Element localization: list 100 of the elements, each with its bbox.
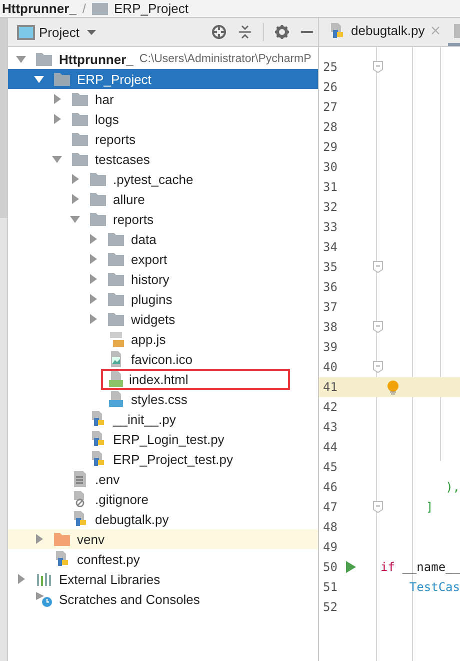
file-icon xyxy=(454,24,460,38)
breadcrumb-item[interactable]: ERP_Project xyxy=(114,0,188,16)
expanded-arrow-icon[interactable] xyxy=(70,214,80,224)
line-number: 30 xyxy=(322,160,338,174)
fold-marker-icon[interactable] xyxy=(373,321,383,333)
folder-icon xyxy=(90,172,106,186)
locate-icon[interactable] xyxy=(211,24,227,40)
tree-row[interactable]: widgets xyxy=(8,309,318,329)
tree-row[interactable]: favicon.ico xyxy=(8,349,318,369)
line-number: 26 xyxy=(322,80,338,94)
fold-marker-icon[interactable] xyxy=(373,61,383,73)
python-file-icon xyxy=(90,451,106,467)
expanded-arrow-icon[interactable] xyxy=(16,54,26,64)
collapsed-arrow-icon[interactable] xyxy=(88,234,98,244)
tree-row[interactable]: Scratches and Consoles xyxy=(8,589,318,609)
javascript-file-icon xyxy=(108,331,124,347)
line-number: 50 xyxy=(322,560,338,574)
tree-item-label: data xyxy=(130,230,158,248)
line-number: 44 xyxy=(322,440,338,454)
text-file-icon xyxy=(72,471,88,487)
close-icon[interactable] xyxy=(430,26,440,35)
folder-icon xyxy=(72,112,88,126)
line-number: 43 xyxy=(322,420,338,434)
tree-row[interactable]: history xyxy=(8,269,318,289)
tree-row[interactable]: __init__.py xyxy=(8,409,318,429)
tree-row[interactable]: plugins xyxy=(8,289,318,309)
tree-row[interactable]: har xyxy=(8,89,318,109)
fold-marker-icon[interactable] xyxy=(373,501,383,513)
tree-row[interactable]: app.js xyxy=(8,329,318,349)
tree-row[interactable]: debugtalk.py xyxy=(8,509,318,529)
folder-icon xyxy=(90,192,106,206)
tree-row[interactable]: data xyxy=(8,229,318,249)
tree-row[interactable]: .env xyxy=(8,469,318,489)
tree-row[interactable]: venv xyxy=(8,529,318,549)
line-number: 39 xyxy=(322,340,338,354)
tree-row[interactable]: conftest.py xyxy=(8,549,318,569)
tree-row[interactable]: reports xyxy=(8,209,318,229)
tree-row[interactable]: ERP_Project xyxy=(8,69,318,89)
collapsed-arrow-icon[interactable] xyxy=(52,114,62,124)
tree-item-label: ERP_Project_test.py xyxy=(112,450,234,468)
tree-row[interactable]: export xyxy=(8,249,318,269)
tree-item-label: logs xyxy=(94,110,120,128)
tree-row[interactable]: .gitignore xyxy=(8,489,318,509)
folder-icon xyxy=(108,292,124,306)
fold-marker-icon[interactable] xyxy=(373,361,383,373)
module-path: C:\Users\Administrator\PycharmP xyxy=(139,53,312,65)
tree-row[interactable]: testcases xyxy=(8,149,318,169)
css-file-icon xyxy=(108,391,124,407)
line-number: 46 xyxy=(322,480,338,494)
line-number: 31 xyxy=(322,180,338,194)
collapsed-arrow-icon[interactable] xyxy=(88,314,98,324)
tree-item-label: favicon.ico xyxy=(130,350,194,368)
tree-row[interactable]: ERP_Project_test.py xyxy=(8,449,318,469)
line-number: 36 xyxy=(322,280,338,294)
fold-marker-icon[interactable] xyxy=(373,261,383,273)
image-file-icon xyxy=(108,351,124,367)
tree-item-label: External Libraries xyxy=(58,570,162,588)
collapsed-arrow-icon[interactable] xyxy=(88,294,98,304)
caret-icon xyxy=(87,30,96,34)
tree-row[interactable]: External Libraries xyxy=(8,569,318,589)
line-number: 37 xyxy=(322,300,338,314)
collapsed-arrow-icon[interactable] xyxy=(88,254,98,264)
collapsed-arrow-icon[interactable] xyxy=(70,174,80,184)
collapsed-arrow-icon[interactable] xyxy=(52,94,62,104)
tree-row[interactable]: styles.css xyxy=(8,389,318,409)
folder-icon xyxy=(108,232,124,246)
lightbulb-icon[interactable] xyxy=(387,380,399,394)
folder-icon xyxy=(108,312,124,326)
tree-row[interactable]: ERP_Login_test.py xyxy=(8,429,318,449)
line-number: 35 xyxy=(322,260,338,274)
tree-item-label: ERP_Project xyxy=(76,70,152,88)
line-number: 27 xyxy=(322,100,338,114)
collapse-icon[interactable] xyxy=(237,24,253,40)
collapsed-arrow-icon[interactable] xyxy=(70,194,80,204)
view-selector[interactable]: Project xyxy=(39,24,96,40)
run-icon[interactable] xyxy=(346,561,356,573)
tree-row[interactable]: index.html xyxy=(8,369,318,389)
line-number: 38 xyxy=(322,320,338,334)
expanded-arrow-icon[interactable] xyxy=(52,154,62,164)
tree-row[interactable]: logs xyxy=(8,109,318,129)
line-number: 45 xyxy=(322,460,338,474)
line-number: 49 xyxy=(322,540,338,554)
tree-row[interactable]: allure xyxy=(8,189,318,209)
collapsed-arrow-icon[interactable] xyxy=(16,574,26,584)
settings-icon[interactable] xyxy=(274,24,290,40)
tree-item-label: reports xyxy=(112,210,154,228)
tree-row[interactable]: Httprunner_ C:\Users\Administrator\PycharmP xyxy=(8,49,318,69)
line-number: 41 xyxy=(322,380,338,394)
collapsed-arrow-icon[interactable] xyxy=(88,274,98,284)
tree-row[interactable]: .pytest_cache xyxy=(8,169,318,189)
tree-item-label: venv xyxy=(76,530,106,548)
breadcrumb-item[interactable]: Httprunner_ xyxy=(2,0,76,16)
tree-row[interactable]: reports xyxy=(8,129,318,149)
tree-item-label: .env xyxy=(94,470,121,488)
expanded-arrow-icon[interactable] xyxy=(34,74,44,84)
tree-item-label: .pytest_cache xyxy=(112,170,194,188)
tree-item-label: history xyxy=(130,270,170,288)
collapsed-arrow-icon[interactable] xyxy=(34,534,44,544)
folder-icon xyxy=(36,52,52,66)
folder-icon xyxy=(108,252,124,266)
